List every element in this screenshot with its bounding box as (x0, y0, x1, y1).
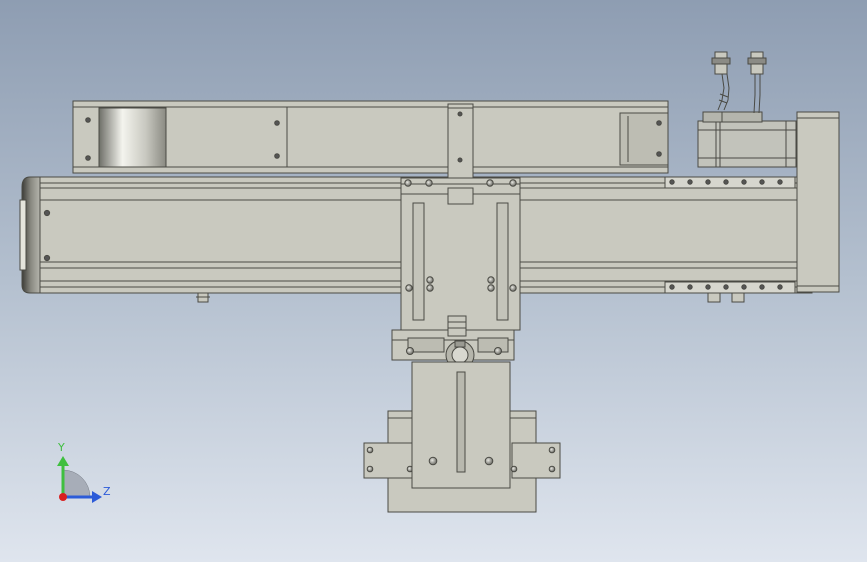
z-axis-label: Z (103, 485, 111, 498)
motor-cable-left (711, 51, 731, 111)
left-bracket (363, 442, 414, 479)
carriage-plate (400, 177, 521, 331)
motor-cable-right (747, 51, 767, 114)
motor-flange-block (796, 111, 840, 293)
y-axis-label: Y (58, 441, 65, 454)
cad-viewport[interactable]: Y Z (0, 0, 867, 562)
left-end-cap (19, 176, 41, 294)
axis-triad (57, 456, 102, 503)
rail-slot-strip-bottom (664, 281, 796, 294)
rail-slot-strip-top (664, 176, 796, 189)
cad-drawing (19, 51, 840, 513)
servo-motor (697, 111, 797, 168)
upper-cover-housing (72, 100, 669, 174)
cover-window (98, 107, 167, 168)
z-slide-plate (411, 361, 511, 489)
right-bracket (510, 442, 561, 479)
